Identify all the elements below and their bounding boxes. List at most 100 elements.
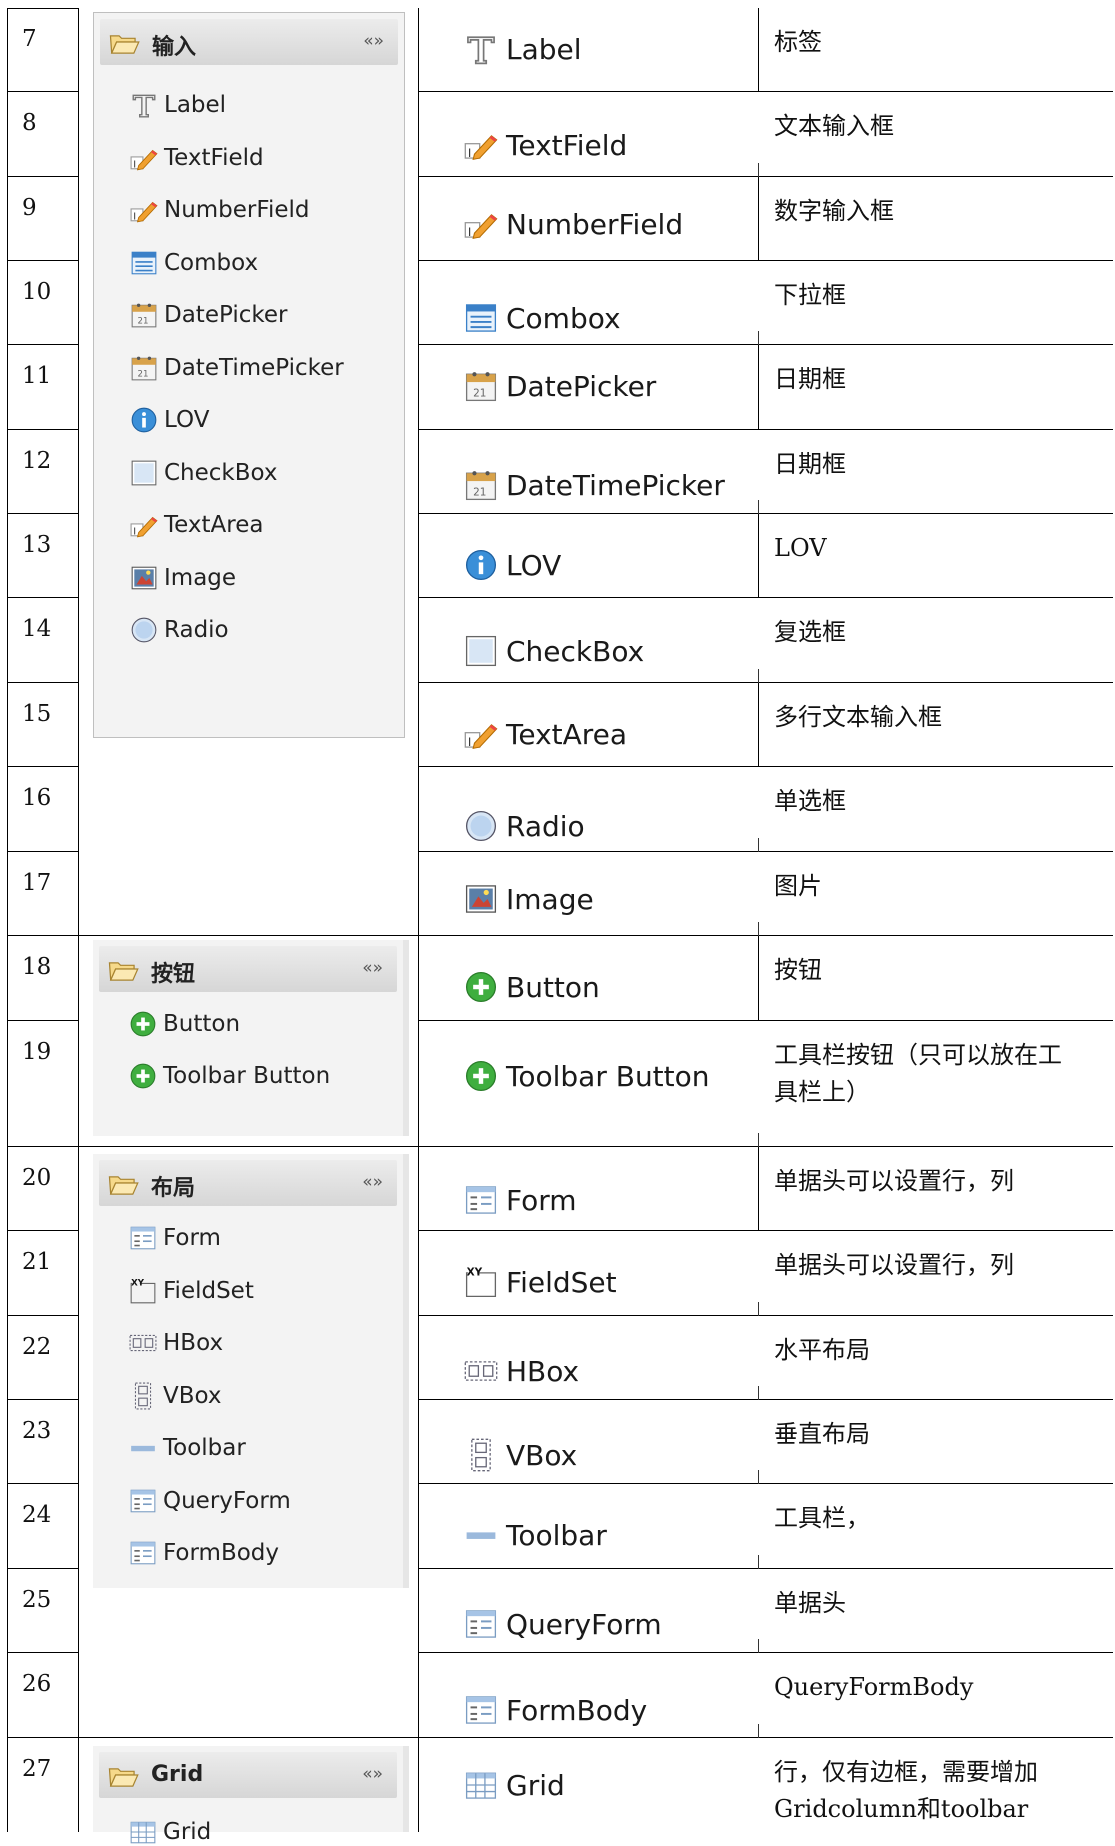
column-divider-partial [758, 514, 759, 598]
description-line: 日期框 [774, 365, 846, 393]
component-lov[interactable]: LOV [464, 548, 561, 582]
palette-item-radio[interactable]: Radio [130, 616, 229, 644]
description-line: 复选框 [774, 618, 846, 646]
palette-item-label: Combox [164, 249, 259, 276]
calendar-icon: 21 [464, 369, 498, 403]
svg-text:I: I [133, 212, 136, 223]
row-number: 19 [22, 1039, 52, 1065]
palette-item-form[interactable]: Form [129, 1224, 221, 1252]
row-divider [7, 91, 78, 92]
fieldset-icon: XY [464, 1265, 498, 1299]
description-line: 工具栏按钮（只可以放在工 [774, 1041, 1062, 1069]
component-textfield[interactable]: I TextField [464, 128, 627, 162]
palette-item-vbox[interactable]: VBox [129, 1382, 222, 1410]
component-combox[interactable]: Combox [464, 301, 621, 335]
palette-header[interactable]: 布局 «» [99, 1160, 397, 1206]
palette-item-label: VBox [163, 1382, 222, 1409]
palette-item-label: Label [164, 92, 227, 118]
component-checkbox[interactable]: CheckBox [464, 634, 644, 668]
palette-item-combox[interactable]: Combox [130, 249, 258, 277]
row-number: 22 [22, 1334, 52, 1360]
component-textarea[interactable]: I TextArea [464, 717, 627, 751]
component-label: DateTimePicker [506, 468, 725, 502]
component-image[interactable]: Image [464, 882, 594, 916]
collapse-toggle-icon[interactable]: «» [362, 1172, 383, 1192]
palette-title: Grid [151, 1762, 204, 1787]
palette-item-label: LOV [164, 407, 210, 433]
palette-item-label: Form [163, 1225, 221, 1251]
row-description: 文本输入框 [774, 108, 894, 145]
palette-item-textarea[interactable]: I TextArea [130, 511, 263, 539]
row-divider [78, 1737, 418, 1738]
picture-icon [464, 882, 498, 916]
component-datepicker[interactable]: 21 DatePicker [464, 369, 656, 403]
row-divider [418, 1737, 1113, 1738]
row-number: 23 [22, 1418, 52, 1444]
palette-header[interactable]: Grid «» [99, 1752, 397, 1798]
palette-item-formbody[interactable]: FormBody [129, 1539, 279, 1567]
palette-item-hbox[interactable]: HBox [129, 1329, 223, 1357]
row-divider [418, 1399, 1113, 1400]
palette-item-textfield[interactable]: I TextField [130, 144, 264, 172]
column-divider-partial [758, 8, 759, 92]
palette-item-datepicker[interactable]: 21 DatePicker [130, 301, 287, 329]
palette-item-label: TextArea [164, 512, 264, 538]
row-description: 多行文本输入框 [774, 699, 942, 736]
component-toolbar-button[interactable]: Toolbar Button [464, 1059, 710, 1093]
component-hbox[interactable]: HBox [464, 1354, 579, 1388]
vbox-icon [129, 1382, 157, 1410]
row-description: 单据头 [774, 1585, 846, 1622]
palette-item-toolbar[interactable]: Toolbar [129, 1434, 246, 1462]
pencil-field-icon: I [464, 717, 498, 751]
palette-item-label: DatePicker [164, 302, 288, 328]
collapse-toggle-icon[interactable]: «» [362, 1764, 383, 1784]
grid-table-icon [464, 1768, 498, 1802]
palette-item-queryform[interactable]: QueryForm [129, 1487, 291, 1515]
component-datetimepicker[interactable]: 21 DateTimePicker [464, 468, 725, 502]
description-line: 按钮 [774, 956, 822, 984]
palette-item-numberfield[interactable]: I NumberField [130, 196, 309, 224]
component-fieldset[interactable]: XY FieldSet [464, 1265, 617, 1299]
collapse-toggle-icon[interactable]: «» [362, 958, 383, 978]
component-label: Label [506, 32, 582, 66]
palette-item-fieldset[interactable]: XY FieldSet [129, 1277, 254, 1305]
palette-item-lov[interactable]: LOV [130, 406, 209, 434]
palette-item-toolbar-button[interactable]: Toolbar Button [129, 1062, 330, 1090]
svg-text:I: I [133, 159, 136, 170]
component-grid[interactable]: Grid [464, 1768, 565, 1802]
row-description: 数字输入框 [774, 193, 894, 230]
component-vbox[interactable]: VBox [464, 1438, 577, 1472]
description-line: QueryFormBody [774, 1673, 974, 1701]
description-line: LOV [774, 534, 827, 562]
collapse-toggle-icon[interactable]: «» [363, 31, 384, 51]
component-label: FormBody [506, 1693, 648, 1727]
row-divider [78, 1146, 418, 1147]
component-label[interactable]: Label [464, 32, 582, 66]
palette-item-button[interactable]: Button [129, 1010, 240, 1038]
palette-header[interactable]: 按钮 «» [99, 946, 397, 992]
row-divider [7, 1399, 78, 1400]
component-queryform[interactable]: QueryForm [464, 1607, 662, 1641]
component-button[interactable]: Button [464, 970, 600, 1004]
palette-item-label: HBox [163, 1330, 224, 1356]
column-divider-partial [758, 683, 759, 767]
component-label: Toolbar [506, 1518, 607, 1552]
palette-item-datetimepicker[interactable]: 21 DateTimePicker [130, 354, 344, 382]
palette-item-label[interactable]: Label [130, 91, 226, 119]
component-label: Form [506, 1183, 577, 1217]
palette-header[interactable]: 输入 «» [100, 19, 398, 65]
palette-item-image[interactable]: Image [130, 564, 236, 592]
component-form[interactable]: Form [464, 1183, 577, 1217]
palette-layout: 布局 «» Form XY FieldSet HBox VBox Toolbar QueryFo… [93, 1154, 409, 1588]
palette-item-checkbox[interactable]: CheckBox [130, 459, 278, 487]
row-description: 按钮 [774, 952, 822, 989]
row-divider [418, 935, 1113, 936]
component-radio[interactable]: Radio [464, 809, 585, 843]
row-number: 25 [22, 1587, 52, 1613]
palette-item-label: Grid [163, 1819, 212, 1845]
component-formbody[interactable]: FormBody [464, 1693, 647, 1727]
row-number: 10 [22, 279, 52, 305]
component-numberfield[interactable]: I NumberField [464, 207, 683, 241]
component-toolbar[interactable]: Toolbar [464, 1518, 607, 1552]
palette-item-grid[interactable]: Grid [129, 1818, 211, 1846]
